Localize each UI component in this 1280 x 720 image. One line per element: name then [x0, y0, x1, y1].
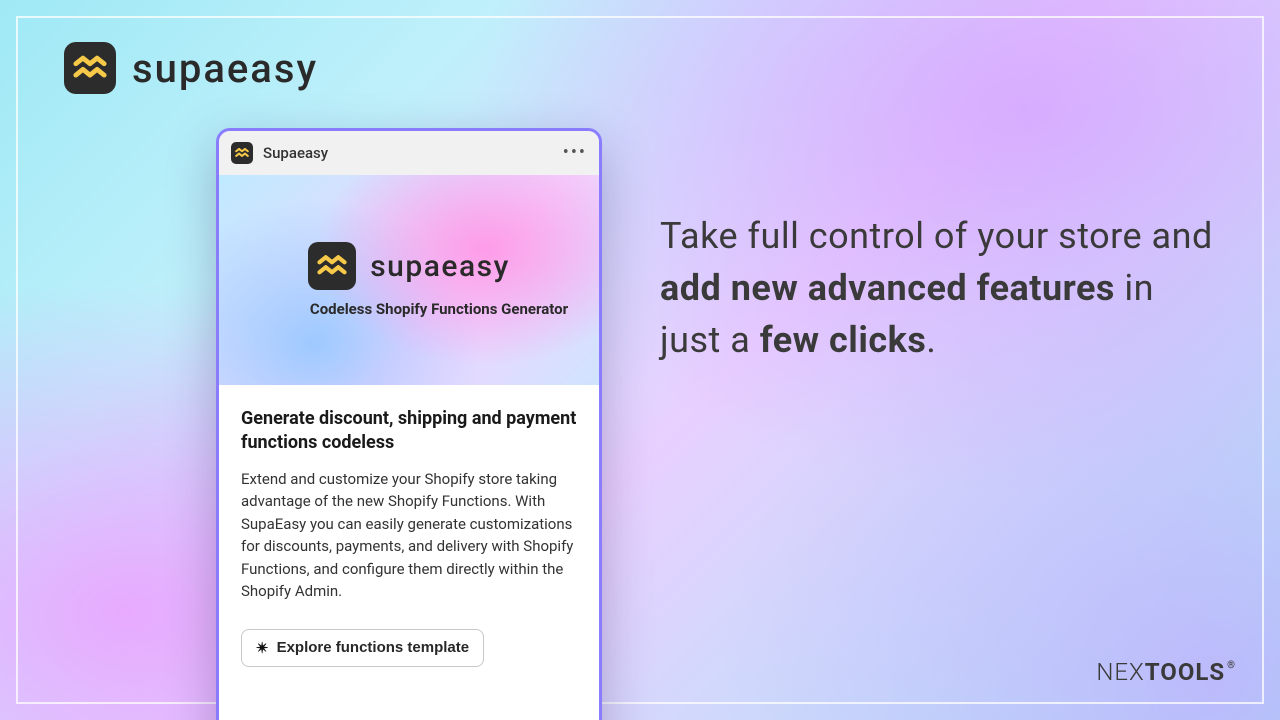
brand-lockup: supaeasy	[64, 42, 318, 94]
phone-mock: Supaeasy ••• supaeasy Codeless Shopify F…	[216, 128, 602, 720]
intro-card: Generate discount, shipping and payment …	[219, 385, 599, 720]
phone-header-left: Supaeasy	[231, 142, 328, 164]
card-title: Generate discount, shipping and payment …	[241, 407, 577, 456]
brand-mark	[64, 42, 116, 94]
sparkle-icon: ✴	[256, 639, 269, 657]
headline: Take full control of your store and add …	[660, 210, 1220, 367]
app-icon	[231, 142, 253, 164]
footer-brand-dot: ®	[1227, 660, 1236, 671]
app-title: Supaeasy	[263, 144, 328, 162]
zigzag-icon	[317, 251, 347, 281]
hero-lockup: supaeasy	[308, 242, 510, 290]
footer-brand: NEXTOOLS®	[1096, 658, 1234, 686]
card-body: Extend and customize your Shopify store …	[241, 468, 577, 603]
zigzag-icon	[73, 51, 107, 85]
footer-brand-bold: TOOLS	[1145, 658, 1225, 686]
headline-bold-2: few clicks	[760, 319, 927, 361]
explore-templates-button[interactable]: ✴ Explore functions template	[241, 629, 484, 667]
headline-bold-1: add new advanced features	[660, 267, 1115, 309]
headline-text-1: Take full control of your store and	[660, 215, 1213, 257]
zigzag-icon	[235, 146, 249, 160]
hero-wordmark: supaeasy	[370, 249, 510, 284]
hero-mark	[308, 242, 356, 290]
cta-label: Explore functions template	[277, 639, 470, 656]
footer-brand-thin: NEX	[1096, 658, 1144, 686]
more-menu-icon[interactable]: •••	[563, 144, 587, 162]
promo-canvas: supaeasy Take full control of your store…	[0, 0, 1280, 720]
hero-banner: supaeasy Codeless Shopify Functions Gene…	[219, 175, 599, 385]
hero-tagline: Codeless Shopify Functions Generator	[310, 300, 568, 318]
headline-text-3: .	[926, 319, 936, 361]
phone-header: Supaeasy •••	[219, 131, 599, 175]
brand-wordmark: supaeasy	[132, 45, 318, 92]
